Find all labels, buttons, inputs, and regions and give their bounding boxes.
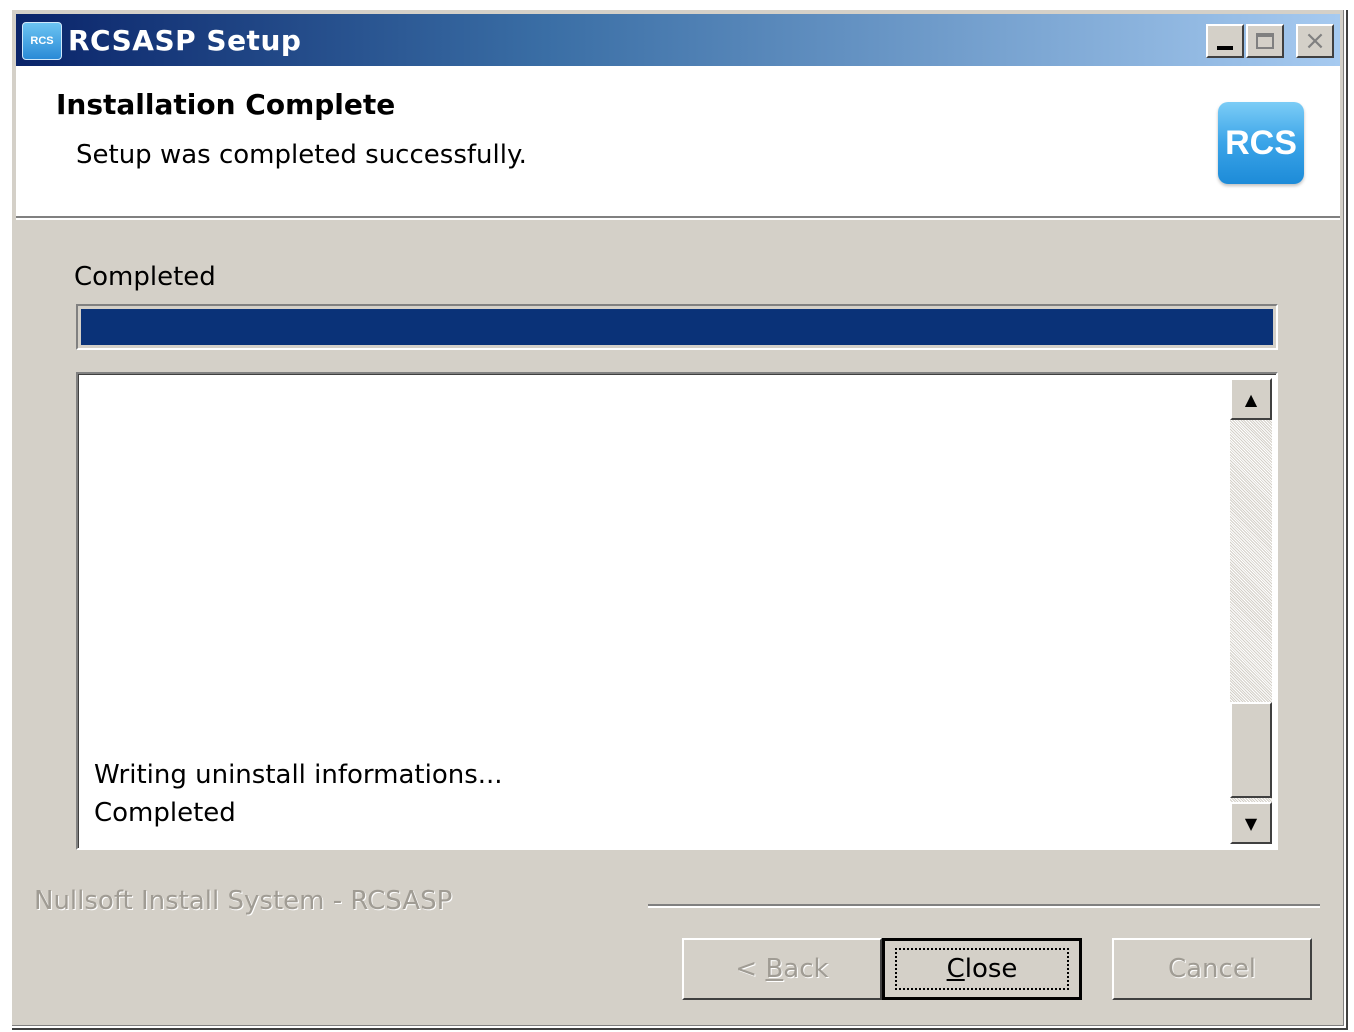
app-icon[interactable]: RCS: [22, 22, 62, 60]
title-bar[interactable]: RCS RCSASP Setup ×: [16, 14, 1340, 66]
close-icon: ×: [1304, 26, 1326, 56]
scroll-down-button[interactable]: ▼: [1230, 802, 1272, 844]
log-lines: Writing uninstall informations... Comple…: [94, 756, 503, 832]
close-accel: C: [946, 954, 965, 984]
close-button[interactable]: Close: [882, 938, 1082, 1000]
setup-window: RCS RCSASP Setup × Installation Complete…: [10, 8, 1346, 1028]
close-rest: lose: [964, 954, 1018, 984]
back-prefix: <: [735, 954, 766, 984]
back-accel: B: [765, 954, 784, 984]
installer-brand: Nullsoft Install System - RCSASP: [34, 886, 453, 916]
install-log[interactable]: Writing uninstall informations... Comple…: [76, 372, 1278, 850]
progress-bar: [76, 304, 1278, 350]
maximize-button[interactable]: [1246, 24, 1284, 58]
footer-divider: [648, 904, 1320, 908]
rcs-logo: RCS: [1218, 102, 1304, 184]
log-scrollbar[interactable]: ▲ ▼: [1230, 378, 1272, 844]
back-button[interactable]: < Back: [682, 938, 882, 1000]
status-label: Completed: [74, 262, 216, 292]
cancel-button[interactable]: Cancel: [1112, 938, 1312, 1000]
wizard-header: Installation Complete Setup was complete…: [16, 66, 1340, 218]
focus-rect: Close: [894, 948, 1070, 990]
log-line: Writing uninstall informations...: [94, 760, 503, 790]
minimize-button[interactable]: [1206, 24, 1244, 58]
minimize-icon: [1217, 46, 1233, 50]
maximize-icon: [1256, 33, 1274, 49]
scroll-up-button[interactable]: ▲: [1230, 378, 1272, 420]
page-title: Installation Complete: [56, 88, 396, 121]
log-line: Completed: [94, 798, 236, 828]
page-subtitle: Setup was completed successfully.: [76, 140, 527, 170]
arrow-down-icon: ▼: [1244, 813, 1258, 833]
close-window-button[interactable]: ×: [1296, 24, 1334, 58]
window-title: RCSASP Setup: [68, 24, 302, 57]
scroll-thumb[interactable]: [1230, 702, 1272, 798]
progress-fill: [81, 309, 1273, 345]
arrow-up-icon: ▲: [1244, 389, 1258, 409]
back-rest: ack: [783, 954, 829, 984]
